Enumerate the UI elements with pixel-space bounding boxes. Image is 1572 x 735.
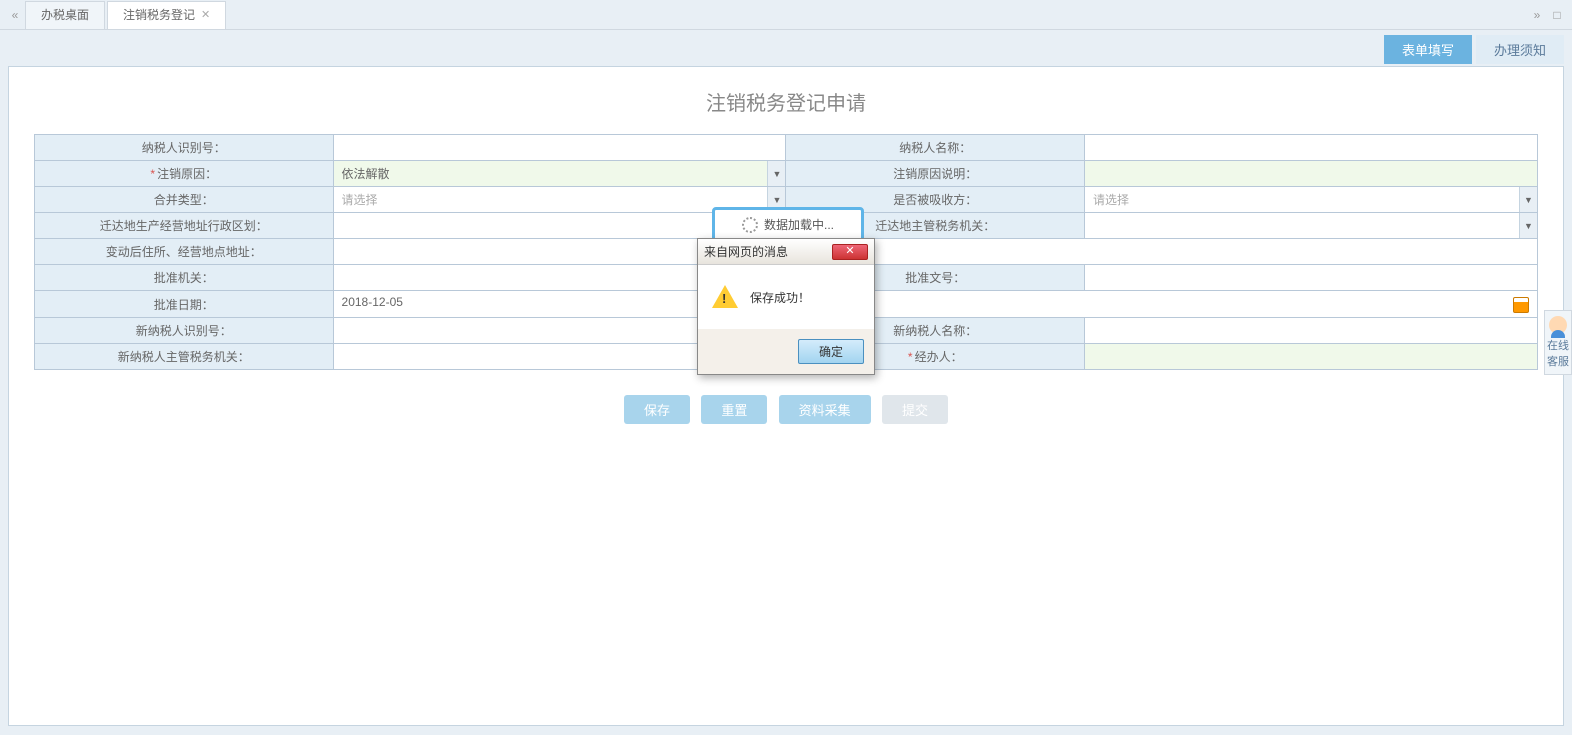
dialog-title: 来自网页的消息 bbox=[704, 243, 788, 260]
message-dialog: 来自网页的消息 ✕ 保存成功！ 确定 bbox=[697, 238, 875, 375]
label-changed-addr: 变动后住所、经营地点地址： bbox=[35, 239, 334, 265]
spinner-icon bbox=[742, 217, 758, 233]
chevron-down-icon: ▼ bbox=[1519, 213, 1537, 238]
dialog-body: 保存成功！ bbox=[698, 265, 874, 329]
ok-button[interactable]: 确定 bbox=[798, 339, 864, 364]
label-cancel-reason-desc: 注销原因说明： bbox=[786, 161, 1085, 187]
sub-tab-form-fill[interactable]: 表单填写 bbox=[1384, 35, 1472, 64]
input-operator[interactable] bbox=[1085, 344, 1538, 370]
label-merge-type: 合并类型： bbox=[35, 187, 334, 213]
close-icon[interactable]: ✕ bbox=[201, 1, 210, 29]
tab-nav-right[interactable]: » bbox=[1527, 8, 1547, 22]
reset-button[interactable]: 重置 bbox=[701, 395, 767, 424]
tab-close-all[interactable]: □ bbox=[1547, 8, 1567, 22]
collect-button[interactable]: 资料采集 bbox=[779, 395, 871, 424]
select-cancel-reason[interactable]: 依法解散 ▼ bbox=[333, 161, 786, 187]
button-row: 保存 重置 资料采集 提交 bbox=[34, 395, 1538, 424]
tab-cancel-registration[interactable]: 注销税务登记 ✕ bbox=[107, 1, 226, 29]
input-changed-addr[interactable] bbox=[333, 239, 1537, 265]
loading-toast: 数据加载中... bbox=[712, 207, 864, 242]
tab-desktop[interactable]: 办税桌面 bbox=[25, 1, 105, 29]
dialog-message: 保存成功！ bbox=[750, 289, 810, 306]
online-help[interactable]: 在线客服 bbox=[1544, 310, 1572, 375]
input-approval-date[interactable]: 2018-12-05 bbox=[333, 291, 1537, 318]
value-taxpayer-name bbox=[1085, 135, 1538, 161]
select-move-authority[interactable]: ▼ bbox=[1085, 213, 1538, 239]
warning-icon bbox=[712, 285, 738, 309]
label-taxpayer-id: 纳税人识别号： bbox=[35, 135, 334, 161]
chevron-down-icon: ▼ bbox=[767, 161, 785, 186]
dialog-footer: 确定 bbox=[698, 329, 874, 374]
label-new-taxpayer-id: 新纳税人识别号： bbox=[35, 318, 334, 344]
chevron-down-icon: ▼ bbox=[1519, 187, 1537, 212]
calendar-icon[interactable] bbox=[1513, 297, 1529, 313]
form-panel: 注销税务登记申请 纳税人识别号： 纳税人名称： *注销原因： 依法解散 ▼ 注销… bbox=[8, 66, 1564, 726]
label-move-region: 迁达地生产经营地址行政区划： bbox=[35, 213, 334, 239]
avatar-icon bbox=[1549, 316, 1567, 334]
input-cancel-reason-desc[interactable] bbox=[1085, 161, 1538, 187]
select-absorbed[interactable]: 请选择 ▼ bbox=[1085, 187, 1538, 213]
save-button[interactable]: 保存 bbox=[624, 395, 690, 424]
label-cancel-reason: *注销原因： bbox=[35, 161, 334, 187]
input-new-taxpayer-name[interactable] bbox=[1085, 318, 1538, 344]
label-taxpayer-name: 纳税人名称： bbox=[786, 135, 1085, 161]
label-new-authority: 新纳税人主管税务机关： bbox=[35, 344, 334, 370]
tab-bar: « 办税桌面 注销税务登记 ✕ » □ bbox=[0, 0, 1572, 30]
page-title: 注销税务登记申请 bbox=[34, 87, 1538, 116]
label-approval-org: 批准机关： bbox=[35, 265, 334, 291]
tab-label: 办税桌面 bbox=[41, 1, 89, 29]
sub-tab-notice[interactable]: 办理须知 bbox=[1476, 35, 1564, 64]
dialog-titlebar: 来自网页的消息 ✕ bbox=[698, 239, 874, 265]
submit-button[interactable]: 提交 bbox=[882, 395, 948, 424]
tab-label: 注销税务登记 bbox=[123, 1, 195, 29]
content-area: 表单填写 办理须知 注销税务登记申请 纳税人识别号： 纳税人名称： *注销原因：… bbox=[0, 30, 1572, 735]
input-approval-no[interactable] bbox=[1085, 265, 1538, 291]
label-approval-date: 批准日期： bbox=[35, 291, 334, 318]
value-taxpayer-id bbox=[333, 135, 786, 161]
dialog-close-button[interactable]: ✕ bbox=[832, 244, 868, 260]
sub-tabs: 表单填写 办理须知 bbox=[8, 35, 1564, 64]
tab-nav-left[interactable]: « bbox=[5, 8, 25, 22]
